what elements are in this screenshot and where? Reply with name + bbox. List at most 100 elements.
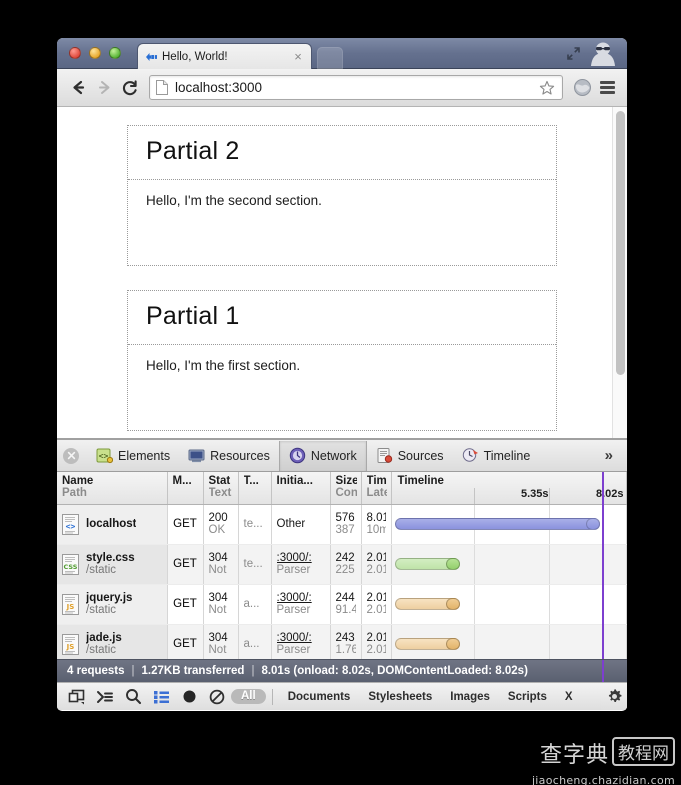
status-text: Not bbox=[208, 564, 227, 576]
cell-name[interactable]: JS jquery.js /static bbox=[57, 584, 168, 625]
tab-resources-label: Resources bbox=[210, 448, 270, 463]
tab-elements[interactable]: <> Elements bbox=[87, 441, 179, 471]
search-icon[interactable] bbox=[119, 684, 147, 710]
col-header-type[interactable]: T... bbox=[238, 472, 272, 505]
fullscreen-expand-icon[interactable] bbox=[566, 46, 581, 61]
record-icon[interactable] bbox=[175, 684, 203, 710]
col-header-name[interactable]: Name Path bbox=[57, 472, 168, 505]
back-button[interactable] bbox=[65, 75, 91, 101]
cell-initiator[interactable]: :3000/: Parser bbox=[271, 544, 331, 585]
svg-text:CSS: CSS bbox=[64, 563, 78, 571]
watermark-cn-box: 教程网 bbox=[612, 737, 675, 766]
partial-header: Partial 2 bbox=[128, 126, 556, 180]
partial-header: Partial 1 bbox=[128, 291, 556, 345]
time-sub: 10m bbox=[366, 524, 386, 536]
dock-to-window-icon[interactable] bbox=[63, 684, 91, 710]
tab-sources[interactable]: Sources bbox=[367, 441, 453, 471]
browser-tab[interactable]: Hello, World! × bbox=[137, 43, 312, 69]
devtools-close-button[interactable] bbox=[63, 447, 79, 464]
filter-scripts[interactable]: Scripts bbox=[499, 691, 556, 703]
table-row[interactable]: JS jquery.js /static GET 304 Not a...:3… bbox=[57, 584, 627, 625]
cell-status: 304 Not bbox=[203, 544, 239, 585]
initiator-value[interactable]: :3000/: bbox=[277, 632, 325, 644]
gear-icon[interactable] bbox=[601, 683, 627, 710]
cell-name[interactable]: <> localhost bbox=[57, 504, 168, 545]
scrollbar-thumb[interactable] bbox=[616, 111, 625, 375]
tab-timeline-label: Timeline bbox=[483, 448, 531, 463]
cell-method: GET bbox=[167, 544, 204, 585]
page-title: Partial 2 bbox=[146, 137, 240, 165]
more-tabs-button[interactable]: » bbox=[605, 447, 627, 464]
watermark-cn: 查字典 bbox=[539, 743, 609, 768]
address-bar[interactable]: localhost:3000 bbox=[149, 75, 563, 100]
toolbar-divider bbox=[271, 688, 273, 705]
hamburger-menu-icon[interactable] bbox=[595, 75, 619, 101]
col-header-timeline[interactable]: Timeline 5.35s 8.02s bbox=[391, 472, 627, 505]
page-scrollbar[interactable] bbox=[612, 107, 627, 438]
cell-name[interactable]: JS jade.js /static bbox=[57, 624, 168, 659]
clear-icon[interactable] bbox=[203, 684, 231, 710]
cell-timeline bbox=[391, 504, 627, 545]
forward-button[interactable] bbox=[91, 75, 117, 101]
network-table-container: Name Path M... Stat Text T... Initia... … bbox=[57, 472, 627, 659]
tab-timeline[interactable]: Timeline bbox=[453, 441, 540, 471]
cell-name[interactable]: CSS style.css /static bbox=[57, 544, 168, 585]
table-row[interactable]: JS jade.js /static GET 304 Not a...:300… bbox=[57, 624, 627, 659]
table-row[interactable]: CSS style.css /static GET 304 Not te... … bbox=[57, 544, 627, 585]
maximize-window-button[interactable] bbox=[109, 47, 121, 59]
filter-stylesheets[interactable]: Stylesheets bbox=[359, 691, 441, 703]
filter-list-icon[interactable] bbox=[147, 684, 175, 710]
cell-type: te... bbox=[238, 544, 272, 585]
table-header-row: Name Path M... Stat Text T... Initia... … bbox=[57, 472, 627, 505]
col-header-time[interactable]: Tim Late bbox=[361, 472, 392, 505]
new-tab-button[interactable] bbox=[317, 47, 343, 69]
time-value: 2.01 bbox=[366, 632, 386, 644]
cell-status: 200 OK bbox=[203, 504, 239, 545]
cell-method: GET bbox=[167, 624, 204, 659]
bookmark-star-icon[interactable] bbox=[538, 80, 556, 96]
network-table-body: <> localhost GET 200 OK te... Other 576 … bbox=[57, 504, 627, 659]
table-row[interactable]: <> localhost GET 200 OK te... Other 576 … bbox=[57, 504, 627, 545]
js-document-icon: JS bbox=[62, 593, 79, 615]
status-code: 304 bbox=[208, 592, 228, 604]
globe-icon[interactable] bbox=[569, 75, 595, 101]
partial-section: Partial 1 Hello, I'm the first section. bbox=[127, 290, 557, 431]
initiator-value[interactable]: :3000/: bbox=[277, 552, 325, 564]
initiator-value[interactable]: :3000/: bbox=[277, 592, 325, 604]
close-icon[interactable]: × bbox=[291, 50, 305, 63]
col-header-method[interactable]: M... bbox=[167, 472, 204, 505]
partial-body: Hello, I'm the second section. bbox=[146, 193, 322, 208]
reload-button[interactable] bbox=[117, 75, 143, 101]
status-code: 200 bbox=[208, 512, 228, 524]
devtools-tabbar: <> Elements Resources Network Sources Ti… bbox=[57, 440, 627, 472]
col-header-status[interactable]: Stat Text bbox=[203, 472, 239, 505]
timeline-bar bbox=[394, 558, 460, 570]
minimize-window-button[interactable] bbox=[89, 47, 101, 59]
tab-elements-label: Elements bbox=[118, 448, 171, 463]
elements-icon: <> bbox=[96, 447, 114, 464]
tab-network[interactable]: Network bbox=[278, 440, 367, 471]
cell-initiator[interactable]: Other bbox=[271, 504, 331, 545]
domcontentloaded-marker bbox=[602, 660, 604, 682]
cell-initiator[interactable]: :3000/: Parser bbox=[271, 624, 331, 659]
close-window-button[interactable] bbox=[69, 47, 81, 59]
console-drawer-icon[interactable] bbox=[91, 684, 119, 710]
request-name: jade.js bbox=[86, 632, 122, 644]
initiator-value: Other bbox=[276, 518, 306, 530]
html-document-icon: <> bbox=[62, 513, 79, 535]
size-value: 576 bbox=[335, 512, 355, 524]
cell-initiator[interactable]: :3000/: Parser bbox=[271, 584, 331, 625]
filter-all-button[interactable]: All bbox=[231, 689, 266, 704]
status-text: Not bbox=[208, 644, 227, 656]
col-header-size[interactable]: Size Con bbox=[330, 472, 362, 505]
request-name: localhost bbox=[86, 518, 137, 530]
filter-xhr[interactable]: X bbox=[556, 691, 582, 703]
summary-transferred: 1.27KB transferred bbox=[141, 665, 245, 677]
filter-images[interactable]: Images bbox=[441, 691, 499, 703]
resources-icon bbox=[188, 447, 205, 464]
cell-status: 304 Not bbox=[203, 624, 239, 659]
col-header-initiator[interactable]: Initia... bbox=[271, 472, 331, 505]
tab-resources[interactable]: Resources bbox=[179, 441, 279, 471]
filter-documents[interactable]: Documents bbox=[279, 691, 360, 703]
time-value: 2.01 bbox=[366, 592, 386, 604]
